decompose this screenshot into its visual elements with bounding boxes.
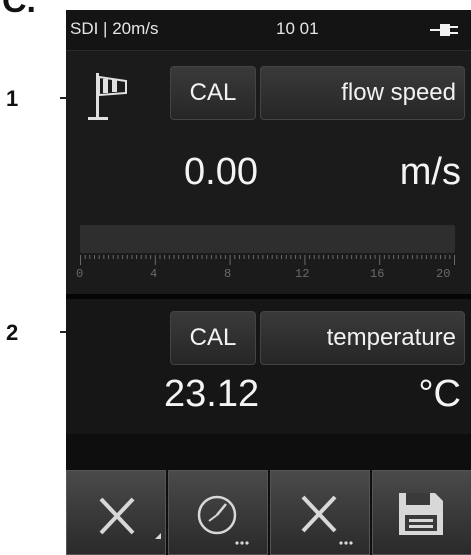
- scale-tick-label: 12: [295, 267, 310, 281]
- figure-letter: C.: [2, 0, 36, 20]
- status-bar: SDI | 20m/s 10 01: [66, 10, 471, 51]
- clock-icon: [197, 495, 249, 545]
- channel-1-value: 0.00: [184, 151, 258, 193]
- clock-button[interactable]: [168, 470, 268, 555]
- bottom-toolbar: [66, 470, 471, 555]
- cancel-button[interactable]: [66, 470, 166, 555]
- flow-scale-bar: [80, 225, 455, 253]
- channel-1-name-button[interactable]: flow speed: [260, 66, 465, 120]
- windsock-icon: [88, 73, 127, 120]
- callout-2: 2: [6, 320, 19, 345]
- scale-tick-label: 0: [76, 267, 84, 281]
- callout-1: 1: [6, 86, 19, 111]
- channel-2-panel: CAL temperature 23.12 °C: [66, 299, 471, 434]
- delete-button[interactable]: [270, 470, 370, 555]
- save-icon: [399, 493, 443, 535]
- scale-tick-label: 20: [436, 267, 451, 281]
- channel-2-value: 23.12: [164, 373, 260, 415]
- scale-tick-label: 16: [370, 267, 385, 281]
- flow-scale-ticks: [80, 255, 455, 265]
- plug-icon: [430, 24, 458, 36]
- close-icon: [99, 497, 161, 539]
- device-screen: SDI | 20m/s 10 01 CAL flow speed 0.00 m/…: [66, 10, 471, 555]
- scale-tick-label: 8: [224, 267, 232, 281]
- cal-button-temperature[interactable]: CAL: [170, 311, 256, 365]
- scale-tick-label: 4: [150, 267, 158, 281]
- status-probe: SDI | 20m/s: [70, 19, 159, 38]
- save-button[interactable]: [372, 470, 471, 555]
- channel-2-unit: °C: [418, 373, 461, 415]
- channel-2-name-button[interactable]: temperature: [260, 311, 465, 365]
- cal-button-flow[interactable]: CAL: [170, 66, 256, 120]
- status-time: 10 01: [276, 19, 319, 38]
- close-icon: [301, 495, 353, 545]
- channel-1-unit: m/s: [399, 151, 461, 193]
- channel-1-panel: CAL flow speed 0.00 m/s 0 4 8 12 16 20: [66, 51, 471, 294]
